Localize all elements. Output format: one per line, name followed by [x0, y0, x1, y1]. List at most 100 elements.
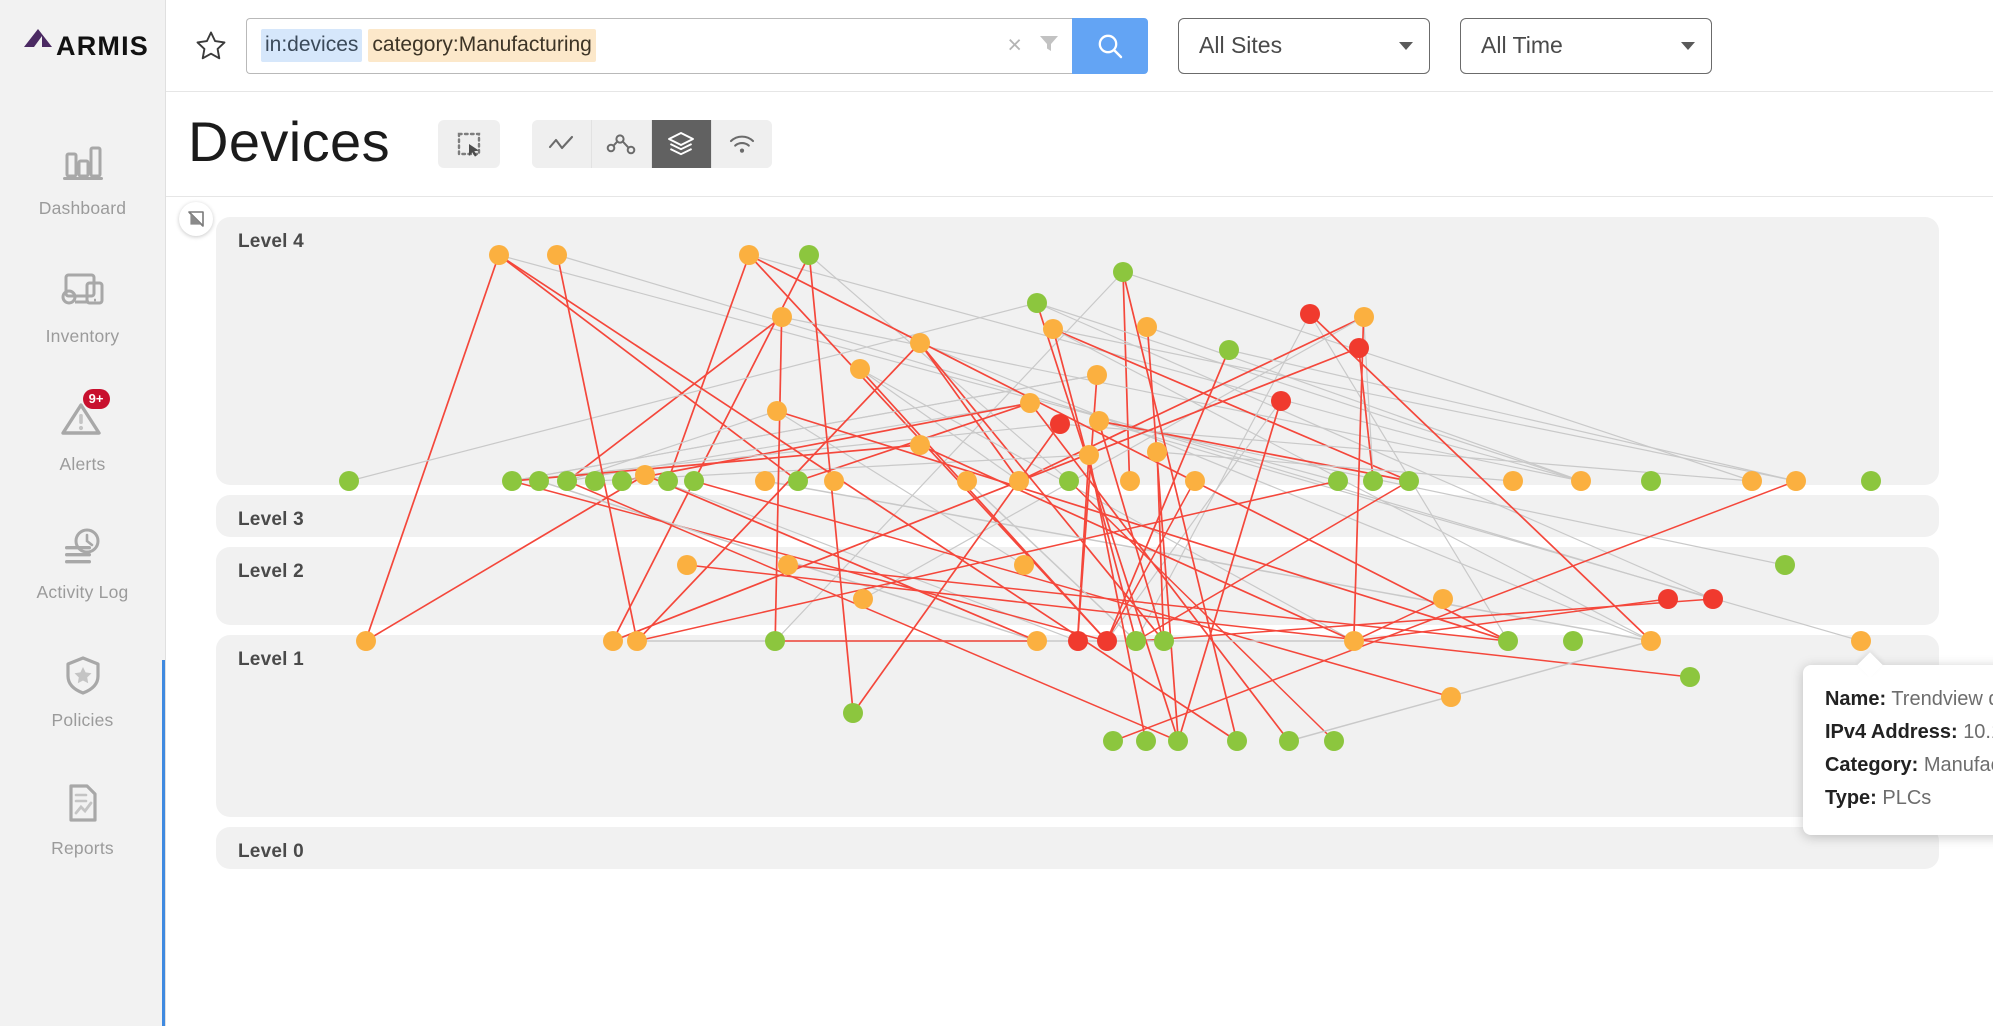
- device-node[interactable]: [1571, 471, 1592, 491]
- device-node[interactable]: [1218, 340, 1239, 360]
- marquee-select-button[interactable]: [437, 120, 500, 168]
- device-node[interactable]: [755, 471, 776, 491]
- device-node[interactable]: [1363, 471, 1384, 491]
- device-node[interactable]: [1026, 631, 1047, 651]
- device-node[interactable]: [1860, 471, 1881, 491]
- device-node[interactable]: [771, 307, 792, 327]
- device-node[interactable]: [635, 465, 656, 485]
- device-node[interactable]: [1020, 393, 1041, 413]
- close-icon[interactable]: ×: [1007, 33, 1022, 58]
- device-node[interactable]: [1126, 631, 1147, 651]
- device-node[interactable]: [602, 631, 623, 651]
- device-node[interactable]: [1299, 304, 1320, 324]
- tab-layers-view[interactable]: [651, 120, 712, 168]
- device-node[interactable]: [1785, 471, 1806, 491]
- sidebar-item-dashboard[interactable]: Dashboard: [0, 114, 165, 242]
- device-node[interactable]: [778, 555, 799, 575]
- device-node[interactable]: [1433, 589, 1454, 609]
- device-node[interactable]: [1327, 471, 1348, 491]
- device-node[interactable]: [1353, 307, 1374, 327]
- tab-topology-view[interactable]: [591, 120, 652, 168]
- device-node[interactable]: [1153, 631, 1174, 651]
- site-filter-select[interactable]: All Sites: [1178, 17, 1430, 74]
- device-node[interactable]: [1135, 731, 1156, 751]
- device-node[interactable]: [787, 471, 808, 491]
- device-node[interactable]: [1008, 471, 1029, 491]
- device-node[interactable]: [1399, 471, 1420, 491]
- device-node[interactable]: [584, 471, 605, 491]
- funnel-icon[interactable]: [1038, 32, 1060, 59]
- device-node[interactable]: [1013, 555, 1034, 575]
- device-node[interactable]: [355, 631, 376, 651]
- device-node[interactable]: [1278, 731, 1299, 751]
- device-node[interactable]: [1168, 731, 1189, 751]
- device-node[interactable]: [529, 471, 550, 491]
- device-node[interactable]: [852, 589, 873, 609]
- device-node[interactable]: [823, 471, 844, 491]
- device-node[interactable]: [799, 245, 820, 265]
- sidebar-scrollbar[interactable]: [162, 660, 165, 1026]
- device-node[interactable]: [1226, 731, 1247, 751]
- device-node[interactable]: [683, 471, 704, 491]
- device-node[interactable]: [849, 359, 870, 379]
- device-node[interactable]: [1119, 471, 1140, 491]
- device-node[interactable]: [339, 471, 360, 491]
- tab-wireless-view[interactable]: [711, 120, 772, 168]
- device-node[interactable]: [1137, 317, 1158, 337]
- device-node[interactable]: [1147, 442, 1168, 462]
- device-node[interactable]: [501, 471, 522, 491]
- device-node[interactable]: [1078, 445, 1099, 465]
- device-node[interactable]: [1641, 631, 1662, 651]
- device-node[interactable]: [1026, 293, 1047, 313]
- device-node[interactable]: [1850, 631, 1871, 651]
- device-node[interactable]: [1184, 471, 1205, 491]
- brand-logo[interactable]: ARMIS: [0, 0, 165, 92]
- device-node[interactable]: [1563, 631, 1584, 651]
- device-node[interactable]: [1680, 667, 1701, 687]
- time-filter-select[interactable]: All Time: [1460, 17, 1712, 74]
- device-node[interactable]: [1270, 391, 1291, 411]
- device-node[interactable]: [1498, 631, 1519, 651]
- graph-canvas[interactable]: Level 4 Level 3 Level 2 Level 1 Level 0 Name…: [166, 197, 1993, 1026]
- device-node[interactable]: [1087, 365, 1107, 385]
- search-submit-button[interactable]: [1072, 17, 1148, 74]
- device-node[interactable]: [1774, 555, 1795, 575]
- device-node[interactable]: [557, 471, 578, 491]
- device-node[interactable]: [1067, 631, 1088, 651]
- sidebar-item-reports[interactable]: Reports: [0, 754, 165, 882]
- device-node[interactable]: [766, 401, 787, 421]
- layered-topology-graph[interactable]: Level 4 Level 3 Level 2 Level 1 Level 0: [216, 217, 1939, 977]
- device-node[interactable]: [547, 245, 568, 265]
- device-node[interactable]: [1096, 631, 1117, 651]
- device-node[interactable]: [843, 703, 864, 723]
- device-node[interactable]: [1703, 589, 1724, 609]
- sidebar-item-alerts[interactable]: 9+ Alerts: [0, 370, 165, 498]
- device-node[interactable]: [909, 435, 930, 455]
- device-node[interactable]: [1343, 631, 1364, 651]
- device-node[interactable]: [765, 631, 786, 651]
- device-node[interactable]: [1348, 338, 1369, 358]
- device-node[interactable]: [1059, 471, 1080, 491]
- device-node[interactable]: [1049, 414, 1070, 434]
- device-node[interactable]: [1043, 319, 1064, 339]
- device-node[interactable]: [1503, 471, 1524, 491]
- device-node[interactable]: [1641, 471, 1662, 491]
- device-node[interactable]: [488, 245, 509, 265]
- expand-collapse-button[interactable]: [179, 202, 213, 236]
- device-node[interactable]: [1441, 687, 1462, 707]
- search-input[interactable]: in:devices category:Manufacturing ×: [246, 17, 1072, 74]
- device-node[interactable]: [956, 471, 977, 491]
- device-node[interactable]: [1742, 471, 1763, 491]
- device-node[interactable]: [1113, 262, 1133, 282]
- device-node[interactable]: [1657, 589, 1678, 609]
- device-node[interactable]: [657, 471, 678, 491]
- device-node[interactable]: [739, 245, 760, 265]
- search-token-category[interactable]: category:Manufacturing: [368, 29, 596, 62]
- device-node[interactable]: [677, 555, 698, 575]
- search-token-scope[interactable]: in:devices: [261, 29, 363, 62]
- device-node[interactable]: [1088, 411, 1109, 431]
- tab-trend-view[interactable]: [531, 120, 592, 168]
- device-node[interactable]: [909, 333, 930, 353]
- device-node[interactable]: [1324, 731, 1345, 751]
- device-node[interactable]: [612, 471, 633, 491]
